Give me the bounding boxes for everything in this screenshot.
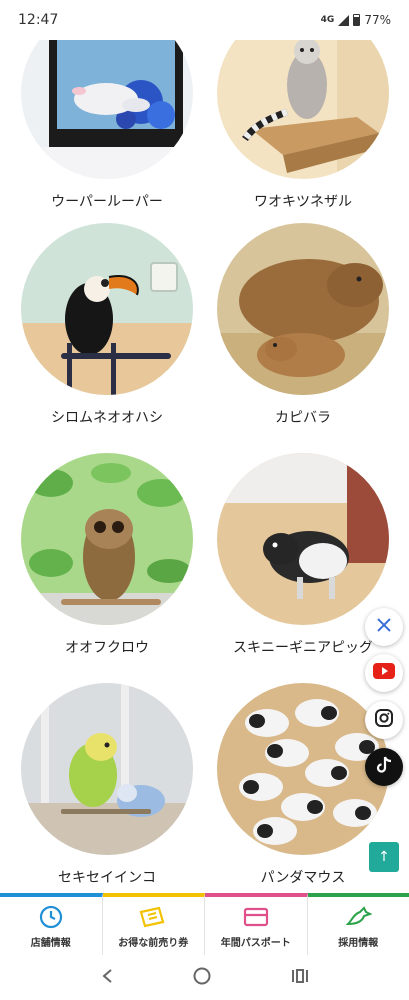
tiktok-icon bbox=[376, 756, 392, 778]
animal-card[interactable]: セキセイインコ bbox=[21, 683, 193, 887]
instagram-icon bbox=[375, 709, 393, 731]
instagram-link-button[interactable] bbox=[365, 701, 403, 739]
animal-grid: ウーパールーパー ワオキツネザル シロムネオオハシ カピバラ オオフクロウ スキ… bbox=[0, 40, 409, 893]
back-to-top-button[interactable]: ↑ bbox=[369, 842, 399, 872]
status-bar: 12:47 4G 77% bbox=[0, 0, 409, 40]
animal-photo-panda-mouse[interactable] bbox=[217, 683, 389, 855]
nav-store-info[interactable]: 店舗情報 bbox=[0, 893, 103, 955]
animal-name[interactable]: スキニーギニアピッグ bbox=[217, 637, 389, 657]
status-time: 12:47 bbox=[18, 12, 59, 28]
network-type: 4G bbox=[320, 15, 335, 25]
animal-photo-guinea-pig[interactable] bbox=[217, 453, 389, 625]
bottom-nav: 店舗情報 お得な前売り券 年間パスポート 採用情報 bbox=[0, 893, 409, 955]
nav-advance-tickets[interactable]: お得な前売り券 bbox=[102, 893, 205, 955]
battery-icon bbox=[353, 14, 361, 26]
status-indicators: 4G 77% bbox=[321, 13, 391, 27]
animal-name[interactable]: カピバラ bbox=[217, 407, 389, 427]
nav-label: お得な前売り券 bbox=[118, 937, 189, 949]
animal-name[interactable]: オオフクロウ bbox=[21, 637, 193, 657]
signal-icon bbox=[338, 14, 350, 26]
animal-card[interactable]: ウーパールーパー bbox=[21, 40, 193, 211]
animal-photo-capybara[interactable] bbox=[217, 223, 389, 395]
x-icon bbox=[376, 617, 392, 637]
clock-icon bbox=[39, 904, 63, 930]
animal-card[interactable]: パンダマウス bbox=[217, 683, 389, 887]
animal-card[interactable]: スキニーギニアピッグ bbox=[217, 453, 389, 657]
animal-card[interactable]: ワオキツネザル bbox=[217, 40, 389, 211]
nav-label: 店舗情報 bbox=[30, 937, 71, 949]
nav-label: 年間パスポート bbox=[220, 937, 291, 949]
nav-recruitment[interactable]: 採用情報 bbox=[307, 893, 409, 955]
animal-name[interactable]: シロムネオオハシ bbox=[21, 407, 193, 427]
animal-photo-budgie[interactable] bbox=[21, 683, 193, 855]
home-icon[interactable] bbox=[193, 967, 211, 989]
nav-label: 採用情報 bbox=[338, 937, 379, 949]
x-link-button[interactable] bbox=[365, 608, 403, 646]
bird-icon bbox=[344, 904, 373, 930]
recents-icon[interactable] bbox=[291, 968, 309, 988]
youtube-link-button[interactable] bbox=[365, 654, 403, 692]
animal-photo-axolotl[interactable] bbox=[21, 40, 193, 179]
tiktok-link-button[interactable] bbox=[365, 748, 403, 786]
ticket-icon bbox=[139, 904, 167, 930]
card-icon bbox=[243, 904, 269, 930]
animal-name[interactable]: ウーパールーパー bbox=[21, 191, 193, 211]
animal-name[interactable]: パンダマウス bbox=[217, 867, 389, 887]
nav-annual-pass[interactable]: 年間パスポート bbox=[205, 893, 308, 955]
system-nav-bar bbox=[0, 955, 409, 1000]
back-icon[interactable] bbox=[100, 968, 114, 988]
animal-card[interactable]: オオフクロウ bbox=[21, 453, 193, 657]
battery-level: 77% bbox=[364, 13, 391, 27]
animal-card[interactable]: シロムネオオハシ bbox=[21, 223, 193, 427]
animal-name[interactable]: セキセイインコ bbox=[21, 867, 193, 887]
animal-name[interactable]: ワオキツネザル bbox=[217, 191, 389, 211]
animal-card[interactable]: カピバラ bbox=[217, 223, 389, 427]
animal-photo-lemur[interactable] bbox=[217, 40, 389, 179]
animal-photo-toucan[interactable] bbox=[21, 223, 193, 395]
animal-photo-owl[interactable] bbox=[21, 453, 193, 625]
youtube-icon bbox=[373, 663, 395, 683]
